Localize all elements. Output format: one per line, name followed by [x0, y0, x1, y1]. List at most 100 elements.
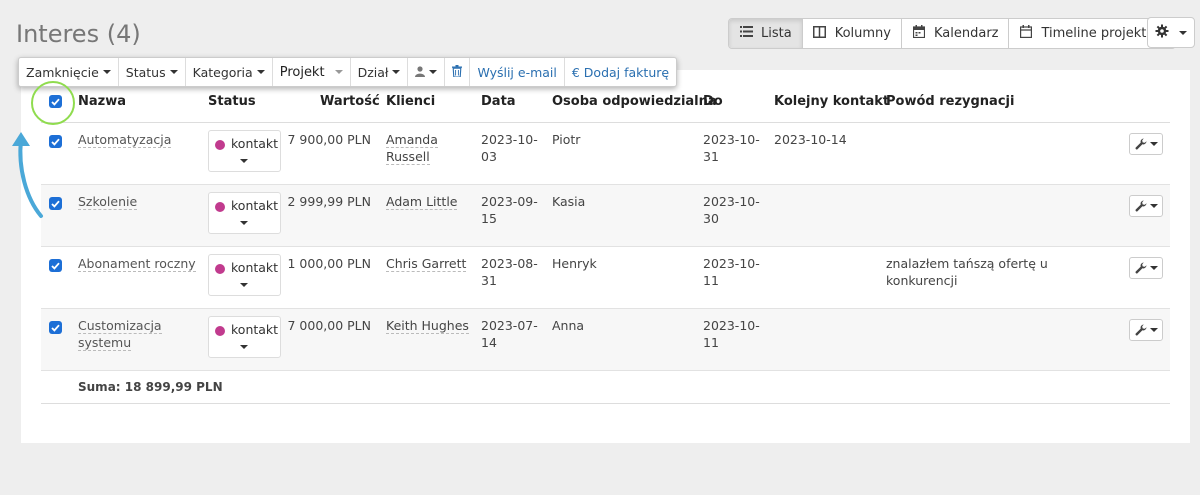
- bulk-add-invoice-link[interactable]: € Dodaj fakturę: [563, 58, 676, 86]
- row-actions-button[interactable]: [1129, 195, 1163, 217]
- bulk-assign-user-dropdown[interactable]: [407, 58, 444, 86]
- row-checkbox[interactable]: [49, 259, 62, 272]
- chevron-down-icon: [1149, 142, 1158, 146]
- row-to-line1: 2023-10-: [703, 318, 760, 333]
- table-row[interactable]: Szkolenie kontakt 2 999,99 PLN Adam Little 2…: [41, 185, 1170, 247]
- curved-arrow-annotation: [12, 132, 43, 218]
- summary-row: Suma: 18 899,99 PLN: [41, 370, 1170, 404]
- view-columns-button[interactable]: Kolumny: [801, 19, 901, 48]
- table-row[interactable]: Customizacja systemu kontakt 7 000,00 PLN Ke…: [41, 309, 1170, 371]
- row-status-dropdown[interactable]: kontakt: [208, 130, 281, 172]
- row-client-link[interactable]: Amanda Russell: [386, 131, 438, 165]
- checkmark-icon: [51, 324, 60, 332]
- column-header-status[interactable]: Status: [208, 94, 256, 109]
- chevron-down-icon: [240, 159, 248, 163]
- status-dot-icon: [215, 326, 225, 336]
- column-header-value[interactable]: Wartość: [320, 94, 380, 109]
- row-to-line1: 2023-10-: [703, 132, 760, 147]
- bulk-category-dropdown[interactable]: Kategoria: [184, 58, 272, 86]
- row-name-link[interactable]: Customizacja systemu: [78, 317, 162, 351]
- list-icon: [739, 26, 753, 41]
- row-to-date: 2023-10- 31: [703, 131, 760, 165]
- select-all-checkbox[interactable]: [49, 95, 62, 108]
- row-status-dropdown[interactable]: kontakt: [208, 254, 281, 296]
- row-owner: Piotr: [552, 132, 581, 147]
- row-to-line2: 11: [703, 273, 719, 288]
- row-client-link[interactable]: Keith Hughes: [386, 317, 469, 334]
- column-header-clients[interactable]: Klienci: [386, 94, 435, 109]
- checkmark-icon: [51, 98, 60, 106]
- row-date-line1: 2023-10-: [481, 132, 538, 147]
- column-header-reason[interactable]: Powód rezygnacji: [886, 94, 1014, 109]
- page-title-text: Interes: [16, 20, 100, 48]
- row-status-dropdown[interactable]: kontakt: [208, 192, 281, 234]
- row-client-link[interactable]: Adam Little: [386, 193, 458, 210]
- user-icon: [415, 65, 426, 80]
- page-title: Interes (4): [16, 20, 141, 48]
- row-actions-button[interactable]: [1129, 257, 1163, 279]
- row-reason-line1: znalazłem tańszą ofertę u: [886, 256, 1048, 271]
- bulk-department-dropdown[interactable]: Dział: [349, 58, 408, 86]
- wrench-icon: [1135, 259, 1147, 278]
- column-header-name[interactable]: Nazwa: [78, 94, 126, 109]
- columns-icon: [813, 25, 827, 42]
- view-calendar-label: Kalendarz: [933, 26, 999, 41]
- checkmark-icon: [51, 262, 60, 270]
- bulk-add-invoice-label: € Dodaj fakturę: [571, 64, 670, 80]
- row-date: 2023-09- 15: [481, 193, 538, 227]
- row-checkbox[interactable]: [49, 197, 62, 210]
- column-header-date[interactable]: Data: [481, 94, 516, 109]
- column-header-owner[interactable]: Osoba odpowiedzialna: [552, 94, 717, 109]
- bulk-department-label: Dział: [357, 64, 389, 80]
- row-value: 1 000,00 PLN: [287, 256, 372, 271]
- chevron-down-icon: [240, 221, 248, 225]
- row-client-line1: Amanda: [386, 132, 438, 148]
- row-to-date: 2023-10- 11: [703, 317, 760, 351]
- table-row[interactable]: Abonament roczny kontakt 1 000,00 PLN Chris…: [41, 247, 1170, 309]
- table-row[interactable]: Automatyzacja kontakt 7 900,00 PLN Amanda Ru…: [41, 123, 1170, 185]
- row-reason-line2: konkurencji: [886, 273, 958, 288]
- chevron-down-icon: [1149, 266, 1158, 270]
- row-to-line2: 11: [703, 335, 719, 350]
- column-header-next-contact[interactable]: Kolejny kontakt: [774, 94, 889, 109]
- bulk-project-select[interactable]: Projekt: [271, 58, 350, 86]
- chevron-down-icon: [334, 70, 343, 74]
- bulk-delete-button[interactable]: [444, 58, 469, 86]
- row-client-link[interactable]: Chris Garrett: [386, 255, 467, 272]
- view-list-button[interactable]: Lista: [729, 19, 802, 48]
- record-count: (4): [106, 20, 141, 48]
- row-checkbox[interactable]: [49, 135, 62, 148]
- row-to-line2: 31: [703, 149, 719, 164]
- row-status-label: kontakt: [231, 322, 279, 337]
- row-name-line1: Customizacja: [78, 318, 162, 334]
- chevron-down-icon: [1149, 328, 1158, 332]
- settings-dropdown-button[interactable]: [1147, 17, 1195, 48]
- row-status-label: kontakt: [231, 260, 279, 275]
- trash-icon: [452, 64, 463, 80]
- wrench-icon: [1135, 321, 1147, 340]
- row-date-line2: 14: [481, 335, 497, 350]
- view-calendar-button[interactable]: Kalendarz: [900, 19, 1009, 48]
- row-to-line1: 2023-10-: [703, 256, 760, 271]
- row-name-link[interactable]: Automatyzacja: [78, 131, 172, 148]
- row-actions-button[interactable]: [1129, 319, 1163, 341]
- row-status-dropdown[interactable]: kontakt: [208, 316, 281, 358]
- summary-total: Suma: 18 899,99 PLN: [78, 380, 223, 394]
- column-header-to[interactable]: Do: [703, 94, 723, 109]
- calendar-icon: [912, 25, 926, 42]
- row-name-link[interactable]: Szkolenie: [78, 193, 138, 210]
- row-checkbox[interactable]: [49, 321, 62, 334]
- view-list-label: Lista: [761, 26, 792, 41]
- bulk-close-dropdown[interactable]: Zamknięcie: [19, 58, 118, 86]
- row-date-line1: 2023-07-: [481, 318, 538, 333]
- view-switcher: Lista Kolumny Kalendarz Timeline projekt…: [728, 18, 1176, 49]
- chevron-down-icon: [1149, 204, 1158, 208]
- chevron-down-icon: [1179, 30, 1187, 35]
- row-client-line1: Keith Hughes: [386, 318, 469, 334]
- row-name-link[interactable]: Abonament roczny: [78, 255, 196, 272]
- chevron-down-icon: [102, 70, 111, 74]
- row-status-label: kontakt: [231, 136, 279, 151]
- bulk-status-dropdown[interactable]: Status: [117, 58, 185, 86]
- row-actions-button[interactable]: [1129, 133, 1163, 155]
- bulk-send-email-link[interactable]: Wyślij e-mail: [469, 58, 563, 86]
